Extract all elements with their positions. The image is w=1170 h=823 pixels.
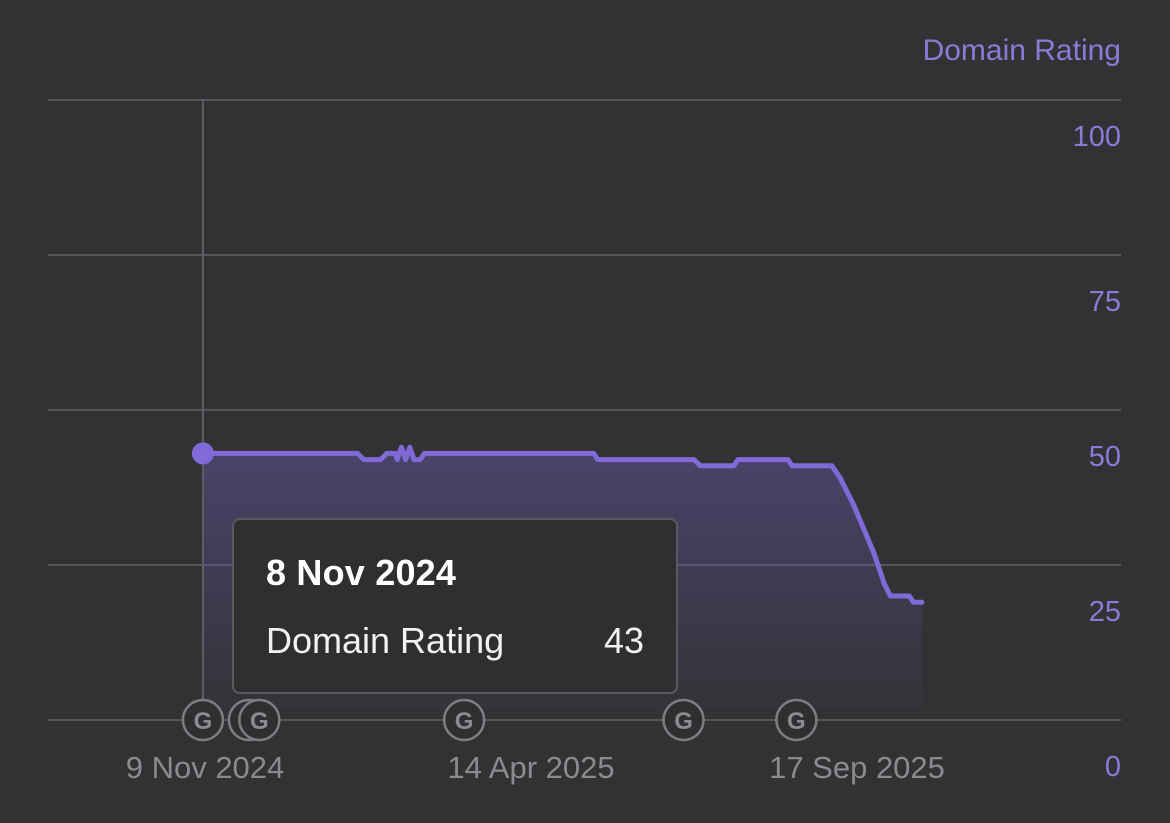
- google-update-marker[interactable]: G: [442, 698, 486, 742]
- y-axis-ticks: 100 75 50 25 0: [1073, 121, 1121, 783]
- x-tick-label: 9 Nov 2024: [126, 750, 285, 785]
- google-update-marker[interactable]: G: [775, 698, 818, 742]
- tooltip-date: 8 Nov 2024: [266, 552, 457, 593]
- y-tick-label: 25: [1089, 596, 1121, 628]
- google-update-marker[interactable]: G: [181, 698, 225, 742]
- domain-rating-chart: GGGGGG 1007550250 9 Nov 202414 Apr 20251…: [48, 34, 1121, 785]
- x-tick-label: 14 Apr 2025: [447, 750, 614, 785]
- google-update-marker[interactable]: G: [238, 698, 281, 742]
- y-tick-label: 100: [1073, 121, 1121, 153]
- x-axis-ticks: 9 Nov 2024 14 Apr 2025 17 Sep 2025: [126, 750, 945, 785]
- google-g-letter: G: [787, 708, 806, 735]
- y-tick-label: 0: [1105, 751, 1121, 783]
- hover-point: [191, 442, 214, 465]
- google-g-letter: G: [455, 708, 474, 735]
- y-tick-label: 75: [1089, 286, 1121, 318]
- google-g-letter: G: [250, 708, 269, 735]
- google-update-marker[interactable]: G: [662, 698, 705, 742]
- y-axis-title: Domain Rating: [923, 34, 1121, 67]
- google-g-letter: G: [194, 708, 213, 735]
- tooltip-metric-value: 43: [603, 620, 644, 661]
- tooltip-metric-label: Domain Rating: [266, 620, 505, 661]
- google-g-letter: G: [674, 708, 693, 735]
- x-tick-label: 17 Sep 2025: [769, 750, 945, 785]
- chart-tooltip: 8 Nov 2024 Domain Rating 43: [232, 518, 678, 694]
- y-tick-label: 50: [1089, 441, 1121, 473]
